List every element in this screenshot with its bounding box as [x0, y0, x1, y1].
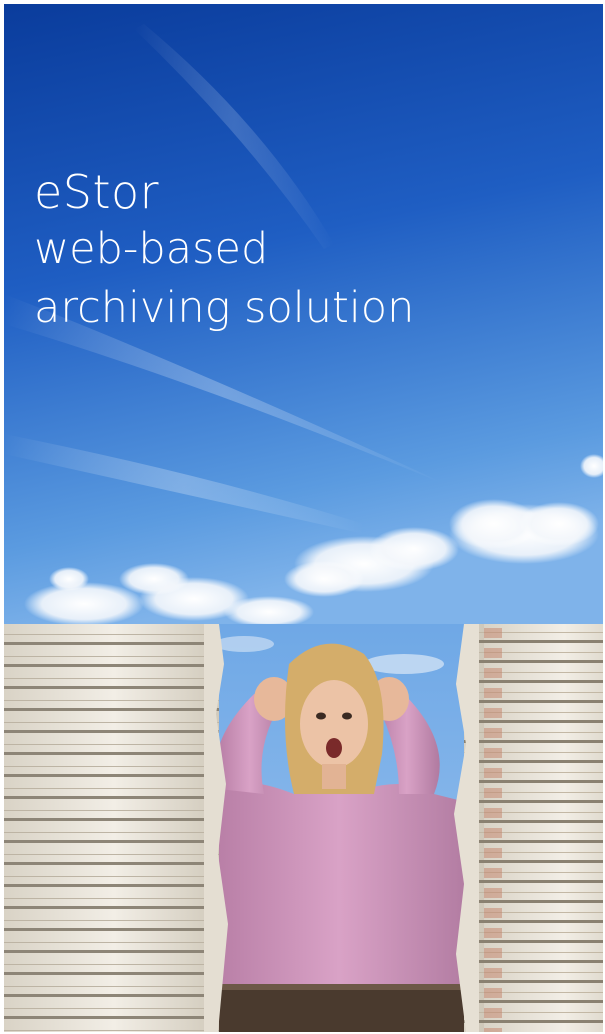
- product-name: eStor: [34, 165, 160, 219]
- woman-between-paper-stacks-image: [4, 624, 603, 1032]
- hero-banner: eStor web-based archiving solution: [4, 4, 603, 1032]
- hero-title: eStor web-based archiving solution: [34, 164, 414, 338]
- tagline-line-2: archiving solution: [34, 283, 415, 333]
- tagline-line-1: web-based: [34, 224, 269, 274]
